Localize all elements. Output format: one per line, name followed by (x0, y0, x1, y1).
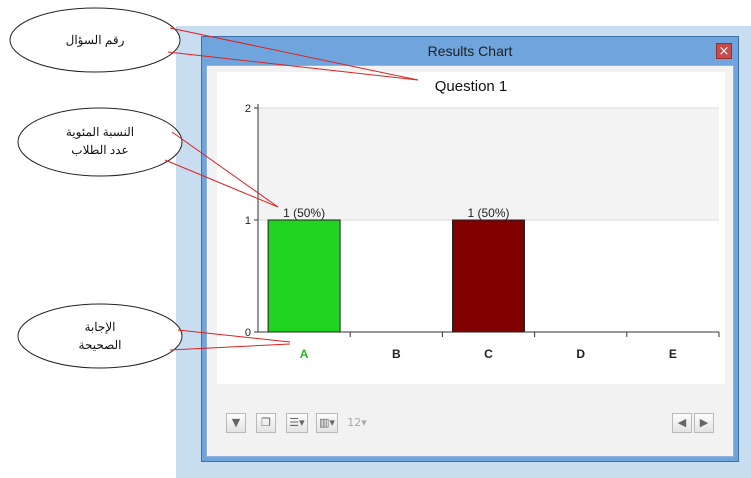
bar-A (267, 219, 341, 333)
y-tick-label: 1 (245, 215, 251, 227)
percentage-callout-line1: النسبة المئوية (66, 125, 134, 139)
next-button[interactable]: ▶ (694, 413, 714, 433)
windows-icon: ❐ (261, 416, 271, 429)
y-tick-label: 2 (245, 103, 251, 115)
x-category-label: E (669, 347, 677, 361)
bar-value-label: 1 (50%) (467, 206, 509, 220)
chart-type-button[interactable]: ▥▾ (316, 413, 338, 433)
filter-button[interactable]: ▼ (226, 413, 246, 433)
bar-C (452, 219, 525, 333)
windows-button[interactable]: ❐ (256, 413, 276, 433)
number-format-button[interactable]: 12▾ (346, 413, 368, 433)
sort-options-icon: ☰▾ (289, 416, 305, 429)
results-chart-window: Results Chart × Question 1 0 1 2 1 (50%) A B 1… (201, 36, 739, 462)
correct-answer-callout-line2: الصحيحة (79, 338, 122, 352)
plot-background-band (258, 108, 719, 220)
results-bar-chart: Question 1 0 1 2 1 (50%) A B 1 (50%) C D E (245, 78, 720, 361)
question-number-callout (9, 7, 181, 73)
bar-value-label: 1 (50%) (283, 206, 325, 220)
x-category-label: A (300, 347, 309, 361)
percentage-callout (17, 107, 183, 177)
chart-type-icon: ▥▾ (319, 416, 335, 429)
window-client-area: Question 1 0 1 2 1 (50%) A B 1 (50%) C D E ▼ ❐ ☰▾… (206, 65, 734, 457)
previous-button[interactable]: ◀ (672, 413, 692, 433)
right-arrow-icon: ▶ (699, 416, 709, 429)
number-format-icon: 12▾ (347, 416, 367, 429)
question-number-callout-text: رقم السؤال (66, 33, 125, 47)
x-category-label: D (576, 347, 585, 361)
window-title: Results Chart (427, 43, 513, 59)
x-category-label: C (484, 347, 493, 361)
chart-title: Question 1 (435, 78, 508, 95)
chart-panel: Question 1 0 1 2 1 (50%) A B 1 (50%) C D E (217, 72, 725, 384)
correct-answer-callout (17, 303, 183, 369)
x-category-label: B (392, 347, 401, 361)
percentage-callout-line2: عدد الطلاب (71, 143, 128, 157)
close-button[interactable]: × (716, 43, 732, 59)
left-arrow-icon: ◀ (677, 416, 687, 429)
sort-options-button[interactable]: ☰▾ (286, 413, 308, 433)
correct-answer-callout-line1: الإجابة (84, 320, 115, 335)
filter-icon: ▼ (231, 416, 241, 429)
y-tick-label: 0 (245, 327, 251, 339)
